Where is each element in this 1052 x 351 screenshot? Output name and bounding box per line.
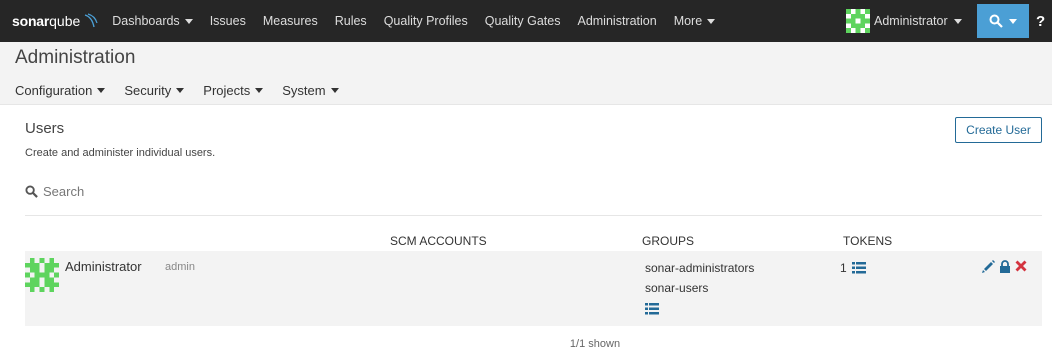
user-login: admin — [165, 261, 195, 273]
column-header-tokens: TOKENS — [843, 234, 893, 248]
group-item: sonar-administrators — [645, 261, 755, 275]
nav-dashboards-label: Dashboards — [112, 14, 180, 28]
submenu-projects[interactable]: Projects — [203, 83, 264, 98]
nav-administration-label: Administration — [577, 14, 657, 28]
caret-down-icon — [97, 88, 106, 93]
nav-rules-label: Rules — [334, 14, 367, 28]
help-icon: ? — [1036, 12, 1046, 30]
user-menu-name: Administrator — [874, 14, 948, 28]
nav-rules[interactable]: Rules — [335, 14, 367, 28]
list-icon[interactable] — [852, 262, 866, 274]
submenu-security[interactable]: Security — [124, 83, 185, 98]
nav-administration[interactable]: Administration — [577, 14, 656, 28]
global-search-button[interactable] — [977, 4, 1029, 38]
table-row: Administrator admin sonar-administrators… — [25, 251, 1042, 326]
search-input[interactable]: Search — [43, 184, 84, 199]
admin-submenu: Configuration Security Projects System — [15, 83, 358, 98]
submenu-system-label: System — [282, 83, 326, 98]
list-icon[interactable] — [645, 303, 659, 315]
logo-word-sonar: sonar — [12, 13, 50, 29]
column-header-groups: GROUPS — [642, 234, 695, 248]
avatar — [25, 258, 59, 292]
search-icon — [989, 14, 1003, 28]
user-menu[interactable]: Administrator — [846, 8, 962, 34]
nav-quality-gates[interactable]: Quality Gates — [485, 14, 561, 28]
caret-down-icon — [330, 88, 339, 93]
caret-down-icon — [176, 88, 185, 93]
nav-dashboards[interactable]: Dashboards — [112, 14, 193, 28]
tokens-count: 1 — [840, 261, 847, 275]
submenu-configuration[interactable]: Configuration — [15, 83, 106, 98]
column-header-scm-accounts: SCM ACCOUNTS — [390, 234, 487, 248]
divider — [25, 215, 1042, 216]
search-icon — [25, 185, 38, 198]
submenu-security-label: Security — [124, 83, 172, 98]
caret-down-icon — [707, 18, 716, 24]
nav-more-label: More — [673, 14, 703, 28]
logo-word-qube: qube — [49, 13, 81, 29]
submenu-system[interactable]: System — [282, 83, 339, 98]
user-name: Administrator — [65, 259, 142, 274]
caret-down-icon — [184, 18, 193, 24]
caret-down-icon — [255, 88, 264, 93]
pencil-icon[interactable] — [982, 260, 995, 273]
top-navbar: sonar qube Dashboards Issues Measures Rul… — [0, 0, 1052, 42]
nav-issues-label: Issues — [209, 14, 246, 28]
nav-more[interactable]: More — [673, 14, 716, 28]
users-description: Create and administer individual users. — [25, 147, 216, 159]
logo-wave-icon — [85, 13, 98, 28]
submenu-configuration-label: Configuration — [15, 83, 93, 98]
user-avatar-icon — [846, 9, 870, 33]
nav-quality-gates-label: Quality Gates — [484, 14, 561, 28]
delete-icon[interactable] — [1015, 260, 1027, 272]
caret-down-icon — [953, 18, 962, 24]
admin-header: Administration Configuration Security Pr… — [0, 42, 1052, 105]
list-footer-count: 1/1 shown — [569, 338, 621, 350]
search-field[interactable]: Search — [25, 184, 84, 199]
nav-quality-profiles[interactable]: Quality Profiles — [384, 14, 468, 28]
help-button[interactable]: ? — [1036, 12, 1052, 30]
users-title: Users — [25, 120, 65, 137]
create-user-button[interactable]: Create User — [955, 117, 1042, 143]
group-item: sonar-users — [645, 281, 709, 295]
nav-quality-profiles-label: Quality Profiles — [383, 14, 468, 28]
lock-icon[interactable] — [999, 260, 1011, 273]
caret-down-icon — [1009, 18, 1017, 24]
page-title: Administration — [15, 47, 136, 68]
nav-measures[interactable]: Measures — [263, 14, 318, 28]
sonarqube-logo[interactable]: sonar qube — [12, 13, 98, 29]
nav-issues[interactable]: Issues — [210, 14, 246, 28]
nav-measures-label: Measures — [262, 14, 318, 28]
submenu-projects-label: Projects — [203, 83, 251, 98]
